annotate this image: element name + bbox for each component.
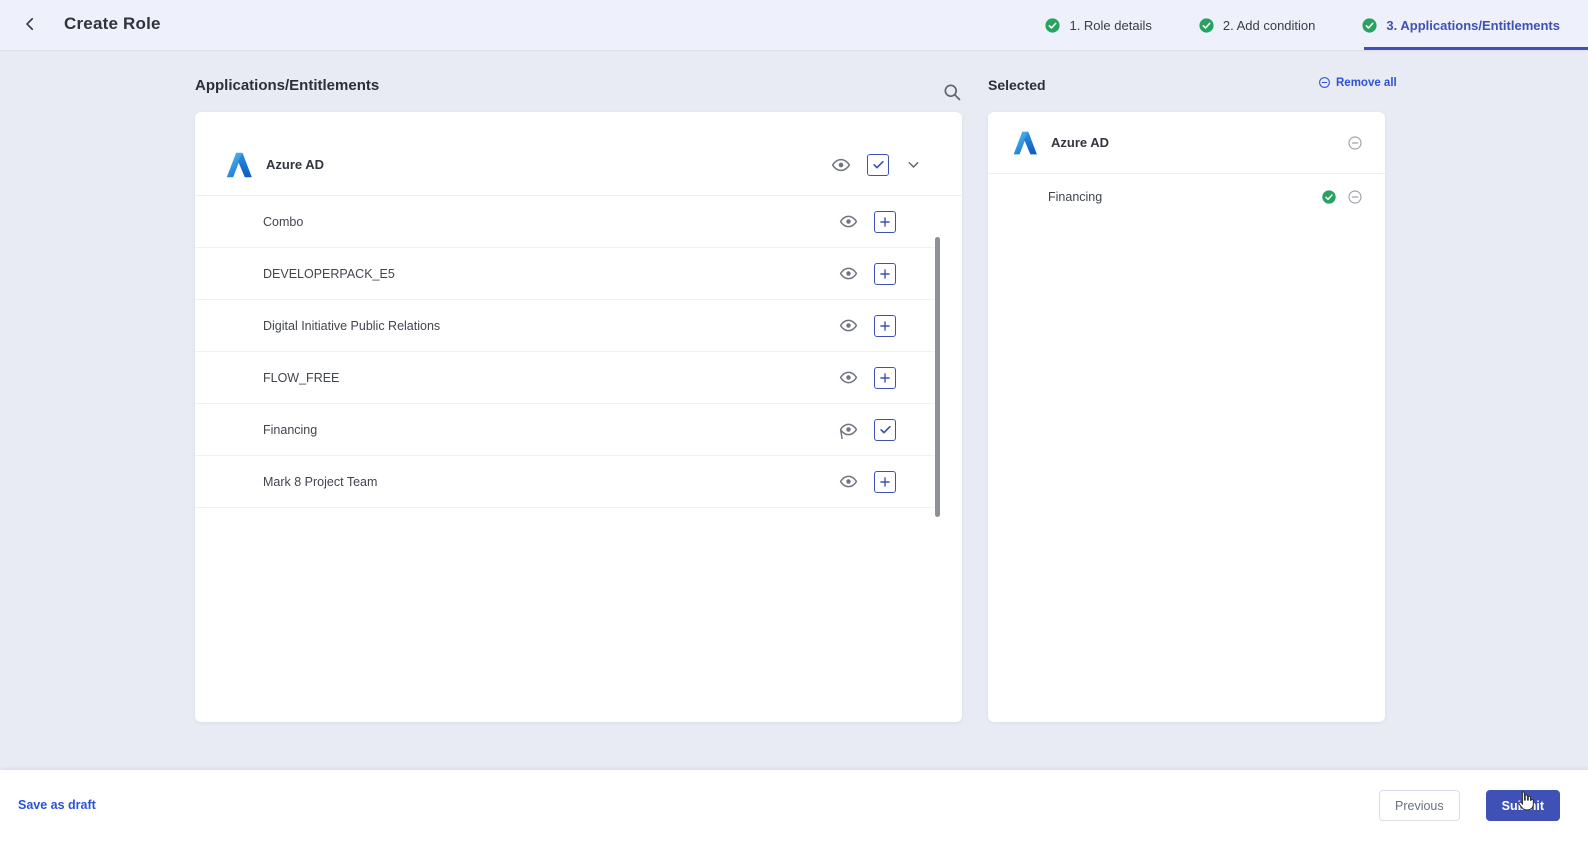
application-name: Azure AD — [266, 157, 325, 172]
application-row-azure-ad: Azure AD — [195, 134, 962, 196]
add-entitlement-button[interactable] — [874, 210, 896, 233]
previous-button[interactable]: Previous — [1379, 790, 1460, 821]
step-add-condition[interactable]: 2. Add condition — [1198, 17, 1316, 34]
eye-icon[interactable] — [839, 368, 858, 387]
header: Create Role 1. Role details 2. Add condi… — [0, 0, 1588, 50]
minus-circle-icon — [1318, 76, 1331, 89]
active-step-underline — [1364, 47, 1588, 50]
entitlement-name: Combo — [263, 214, 304, 229]
step-complete-icon — [1198, 17, 1215, 34]
add-entitlement-button[interactable] — [874, 470, 896, 493]
remove-entitlement-icon[interactable] — [1347, 189, 1363, 205]
add-entitlement-button[interactable] — [874, 314, 896, 337]
eye-icon[interactable] — [839, 264, 858, 283]
left-panel-title: Applications/Entitlements — [195, 77, 380, 94]
entitlement-name: Mark 8 Project Team — [263, 474, 378, 489]
remove-all-button[interactable]: Remove all — [1318, 76, 1397, 89]
step-applications-entitlements[interactable]: 3. Applications/Entitlements — [1361, 17, 1560, 34]
add-entitlement-button[interactable] — [874, 262, 896, 285]
entitlement-row: Digital Initiative Public Relations — [195, 300, 936, 352]
create-role-screen: Create Role 1. Role details 2. Add condi… — [0, 0, 1588, 846]
page-title: Create Role — [64, 14, 161, 33]
remove-application-icon[interactable] — [1347, 135, 1363, 151]
footer: Save as draft Previous Submit — [0, 770, 1588, 846]
entitlement-checkbox[interactable] — [874, 418, 896, 441]
step-complete-icon — [1361, 17, 1378, 34]
eye-icon[interactable] — [831, 155, 851, 175]
azure-ad-logo-icon — [225, 151, 253, 179]
entitlement-name: Financing — [263, 422, 318, 437]
entitlement-name: Digital Initiative Public Relations — [263, 318, 441, 333]
entitlement-row: Financing — [195, 404, 936, 456]
selected-application-row: Azure AD — [988, 112, 1385, 174]
entitlement-row: FLOW_FREE — [195, 352, 936, 404]
step-role-details[interactable]: 1. Role details — [1044, 17, 1152, 34]
selected-list-card: Azure AD Financing — [988, 112, 1385, 722]
eye-icon[interactable] — [839, 316, 858, 335]
entitlement-name: FLOW_FREE — [263, 370, 340, 385]
remove-all-label: Remove all — [1336, 76, 1397, 89]
selected-entitlement-row: Financing — [988, 174, 1385, 220]
eye-icon[interactable] — [839, 472, 858, 491]
entitlement-row: DEVELOPERPACK_E5 — [195, 248, 936, 300]
eye-icon[interactable] — [839, 212, 858, 231]
selected-panel-title: Selected — [988, 77, 1046, 93]
azure-ad-logo-icon — [1012, 130, 1038, 156]
step-complete-icon — [1044, 17, 1061, 34]
submit-button[interactable]: Submit — [1485, 790, 1560, 821]
selected-entitlement-name: Financing — [1048, 190, 1103, 204]
chevron-down-icon[interactable] — [905, 156, 922, 173]
application-checkbox[interactable] — [867, 153, 889, 176]
eye-icon[interactable] — [839, 420, 858, 439]
step-label: 1. Role details — [1069, 17, 1152, 33]
step-label: 3. Applications/Entitlements — [1386, 17, 1560, 33]
entitlement-row: Mark 8 Project Team — [195, 456, 936, 508]
back-button[interactable] — [18, 13, 42, 37]
selected-check-icon — [1321, 189, 1337, 205]
scrollbar[interactable] — [935, 237, 940, 517]
search-icon[interactable] — [941, 82, 963, 104]
step-label: 2. Add condition — [1222, 17, 1316, 33]
applications-list-card: Azure AD Combo DEVELOPERPACK_E5 Digital … — [195, 112, 962, 722]
back-icon — [21, 17, 39, 36]
entitlement-row: Combo — [195, 196, 936, 248]
selected-application-name: Azure AD — [1051, 135, 1110, 150]
add-entitlement-button[interactable] — [874, 366, 896, 389]
entitlement-name: DEVELOPERPACK_E5 — [263, 266, 395, 281]
save-as-draft-link[interactable]: Save as draft — [18, 798, 96, 812]
wizard-steps: 1. Role details 2. Add condition 3. Appl… — [1044, 0, 1560, 50]
